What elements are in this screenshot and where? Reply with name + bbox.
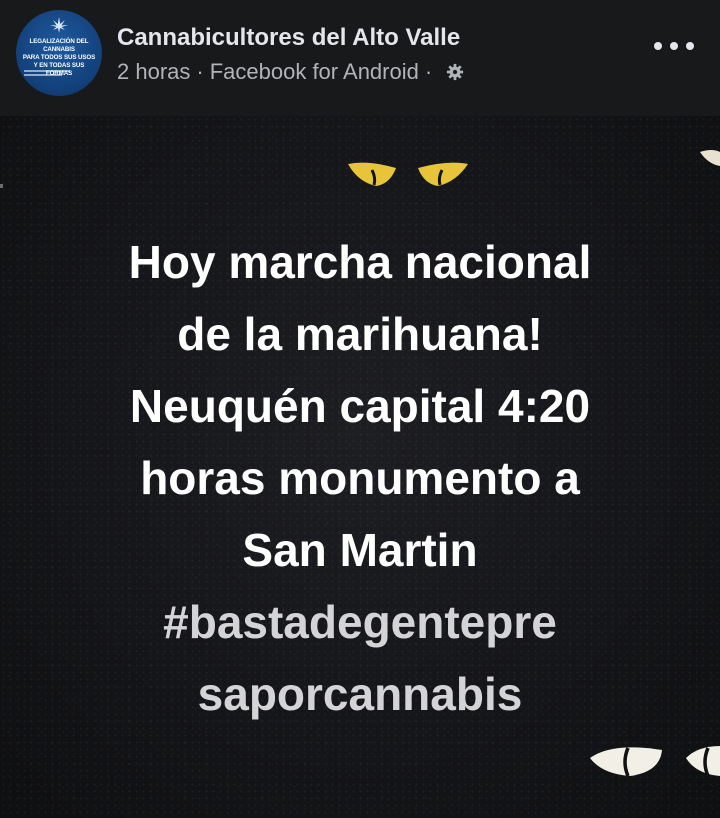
- image-text-line: Hoy marcha nacional: [128, 236, 592, 288]
- image-edge-mark: [0, 184, 3, 188]
- post-image[interactable]: Hoy marcha nacional de la marihuana! Neu…: [0, 116, 720, 818]
- post-source: Facebook for Android: [209, 59, 419, 84]
- page-name[interactable]: Cannabicultores del Alto Valle: [117, 24, 460, 52]
- post-meta: 2 horas · Facebook for Android ·: [117, 59, 464, 85]
- post-image-text: Hoy marcha nacional de la marihuana! Neu…: [30, 226, 690, 730]
- more-options-button[interactable]: [654, 34, 694, 58]
- cannabis-leaf-icon: [50, 17, 68, 33]
- page-avatar[interactable]: LEGALIZACIÓN DEL CANNABIS PARA TODOS SUS…: [16, 10, 102, 96]
- post-header: LEGALIZACIÓN DEL CANNABIS PARA TODOS SUS…: [0, 0, 720, 116]
- hashtag-line[interactable]: saporcannabis: [30, 658, 690, 730]
- more-options-dot: [686, 42, 694, 50]
- image-text-line: Neuquén capital 4:20: [129, 380, 591, 432]
- more-options-dot: [654, 42, 662, 50]
- yellow-eyes-icon: [346, 158, 470, 198]
- meta-separator: ·: [196, 59, 204, 84]
- corner-eye-icon: [696, 146, 720, 176]
- image-text-line: de la marihuana!: [177, 308, 543, 360]
- white-eyes-icon: [588, 736, 720, 786]
- more-options-dot: [670, 42, 678, 50]
- meta-separator: ·: [424, 59, 433, 84]
- avatar-fine-print: [24, 68, 82, 82]
- post-time[interactable]: 2 horas: [117, 59, 190, 85]
- gear-icon[interactable]: [446, 63, 464, 81]
- image-text-line: horas monumento a: [140, 452, 580, 504]
- hashtag-line[interactable]: #bastadegentepre: [30, 586, 690, 658]
- image-text-line: San Martin: [242, 524, 478, 576]
